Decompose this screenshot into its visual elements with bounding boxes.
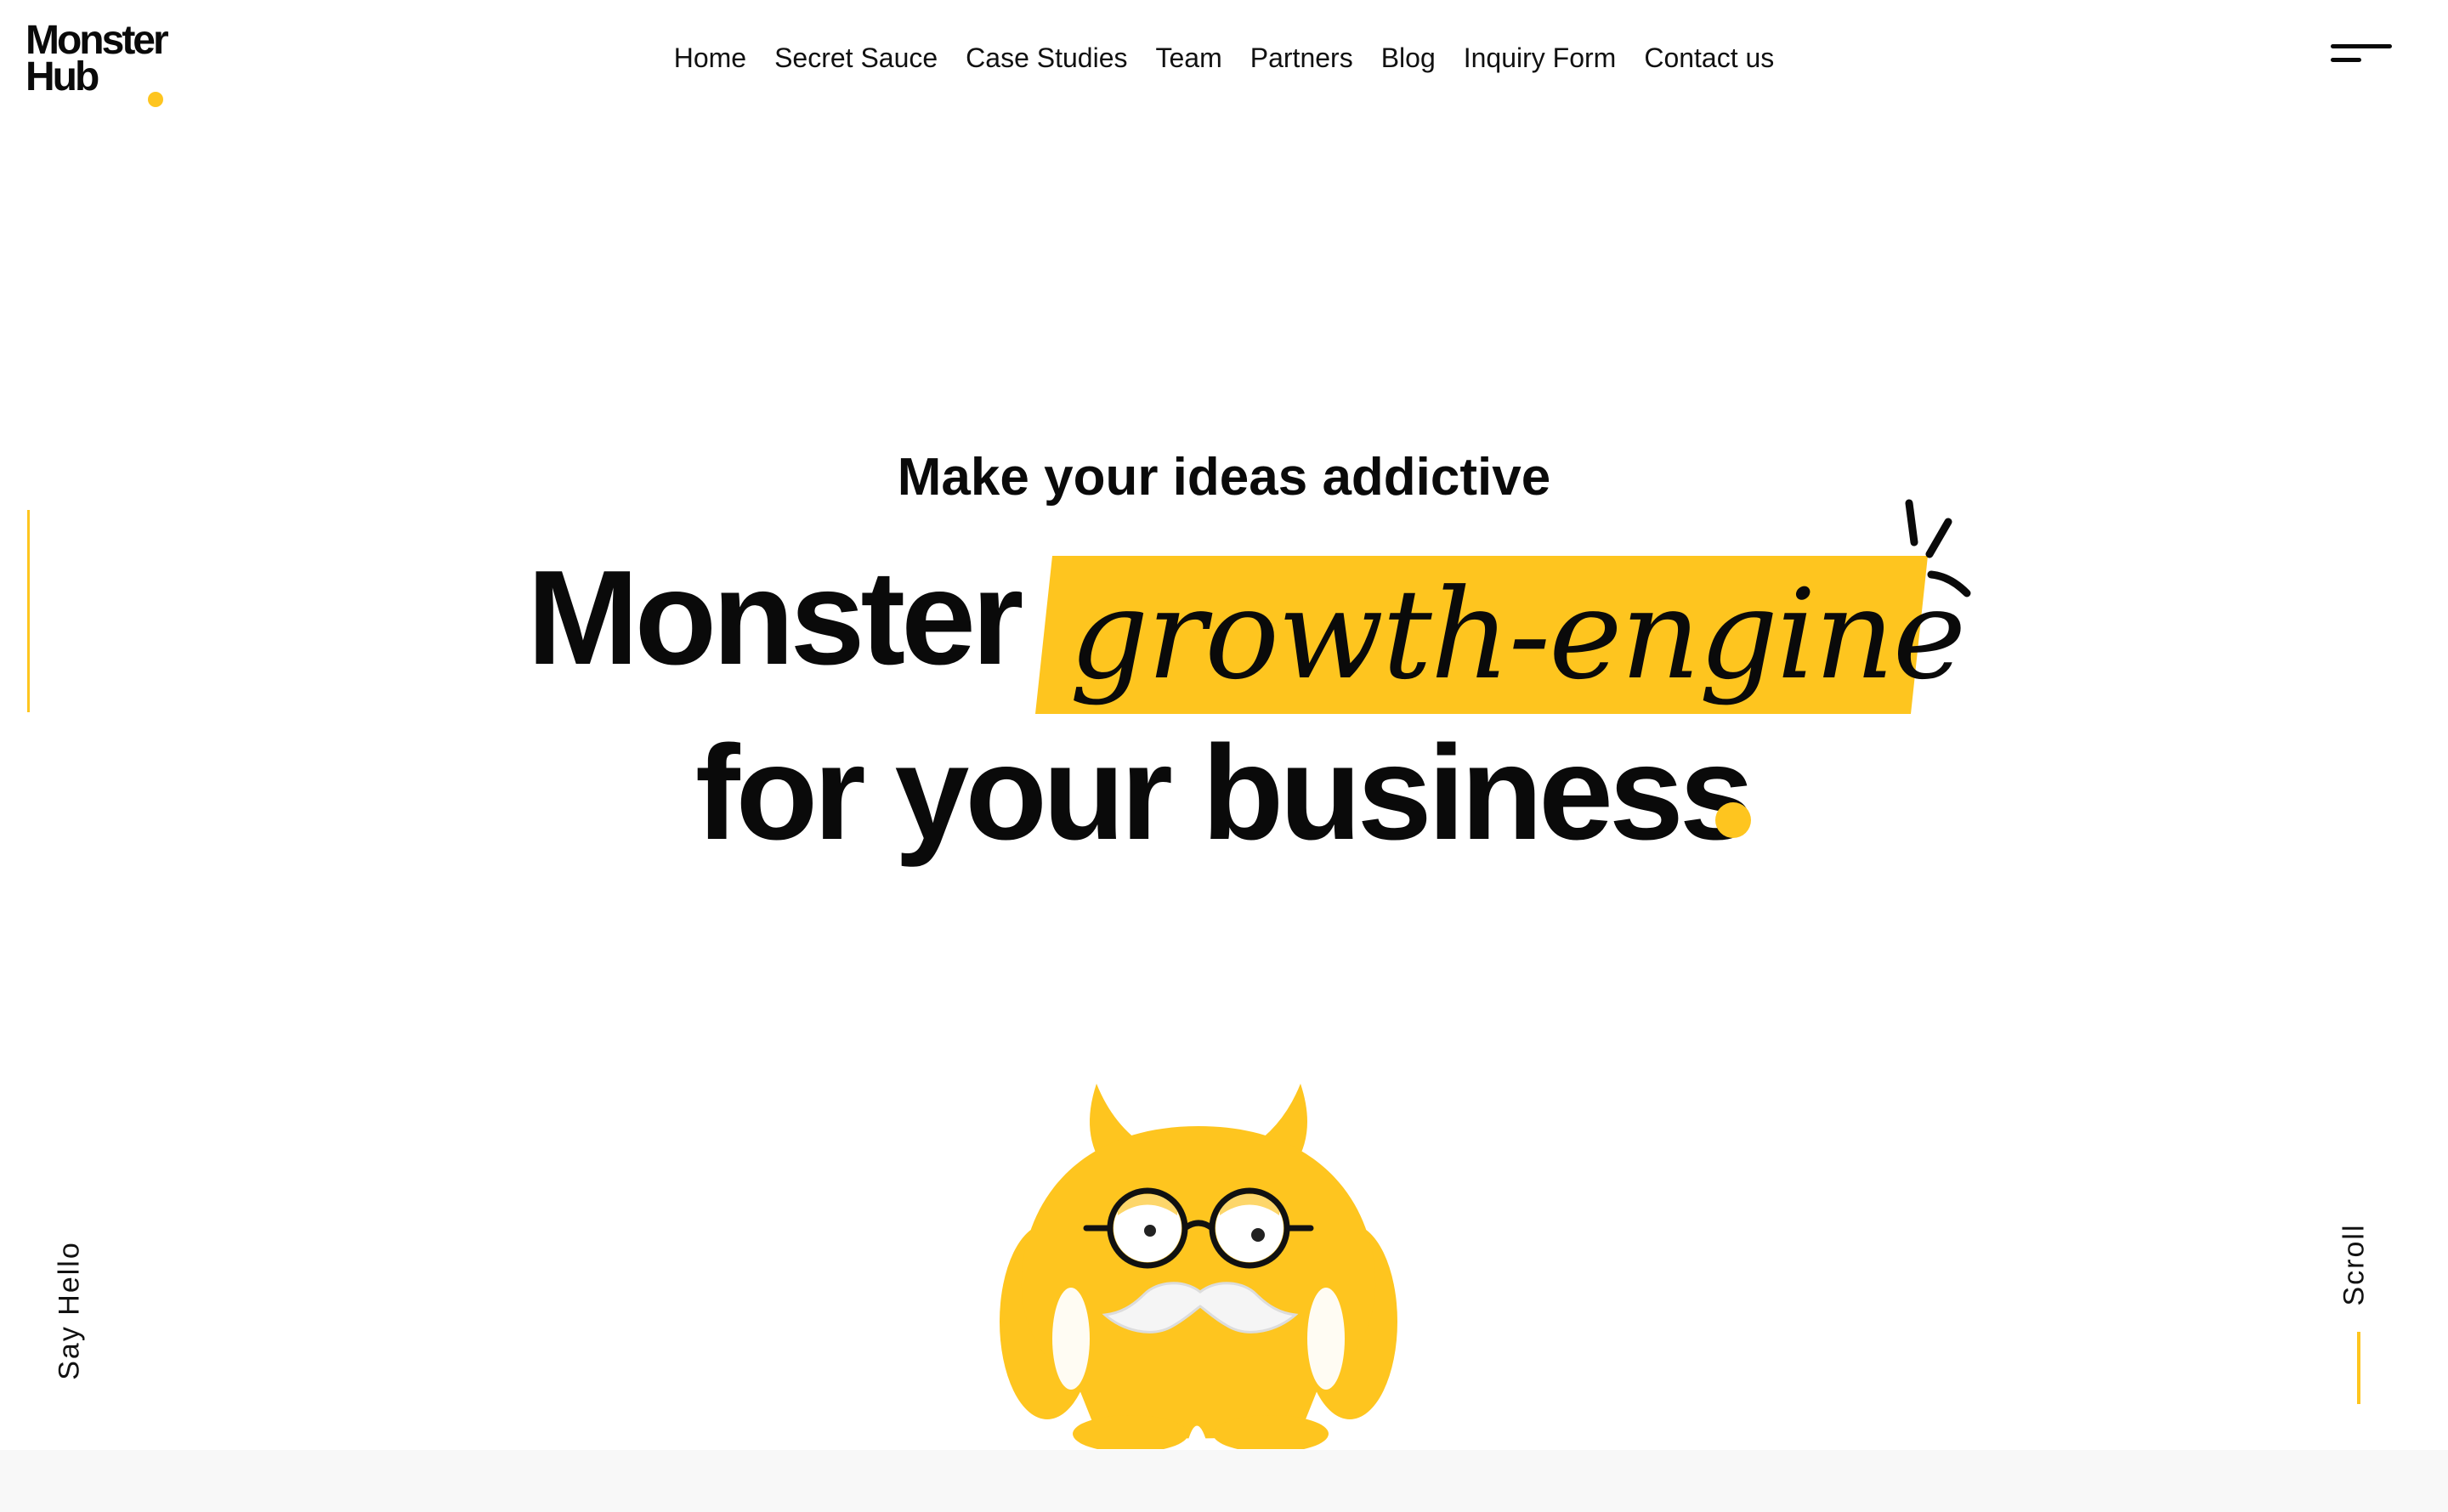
highlight-box: growth-engine: [1035, 556, 1966, 714]
hamburger-menu-icon[interactable]: [2329, 44, 2394, 68]
nav-item-contact-us[interactable]: Contact us: [1644, 41, 1774, 75]
nav-item-team[interactable]: Team: [1156, 41, 1222, 75]
monster-mascot: [1000, 1084, 1397, 1449]
hero-headline-word: Monster: [527, 543, 1023, 693]
main-nav: Home Secret Sauce Case Studies Team Part…: [0, 41, 2448, 75]
nav-item-secret-sauce[interactable]: Secret Sauce: [774, 41, 938, 75]
nav-item-partners[interactable]: Partners: [1250, 41, 1353, 75]
scroll-indicator-line: [2357, 1332, 2360, 1404]
logo-dot: [148, 92, 163, 107]
left-accent-line: [27, 510, 30, 712]
nav-list: Home Secret Sauce Case Studies Team Part…: [674, 41, 1775, 75]
hero-tagline: Make your ideas addictive: [897, 448, 1551, 507]
scroll-indicator-label[interactable]: Scroll: [2338, 1223, 2372, 1305]
hero-headline-line2: for your business: [695, 718, 1754, 868]
say-hello-link[interactable]: Say Hello: [54, 1241, 87, 1380]
nav-item-case-studies[interactable]: Case Studies: [966, 41, 1127, 75]
menu-bar-bottom: [2331, 58, 2361, 62]
sparkle-icon: [1905, 499, 1971, 597]
nav-item-home[interactable]: Home: [674, 41, 746, 75]
nav-item-blog[interactable]: Blog: [1381, 41, 1436, 75]
nav-item-inquiry-form[interactable]: Inquiry Form: [1464, 41, 1617, 75]
next-section-band: [0, 1450, 2448, 1512]
menu-bar-top: [2331, 44, 2392, 48]
headline-dot: [1715, 802, 1751, 838]
highlight-text: growth-engine: [1069, 563, 1966, 707]
